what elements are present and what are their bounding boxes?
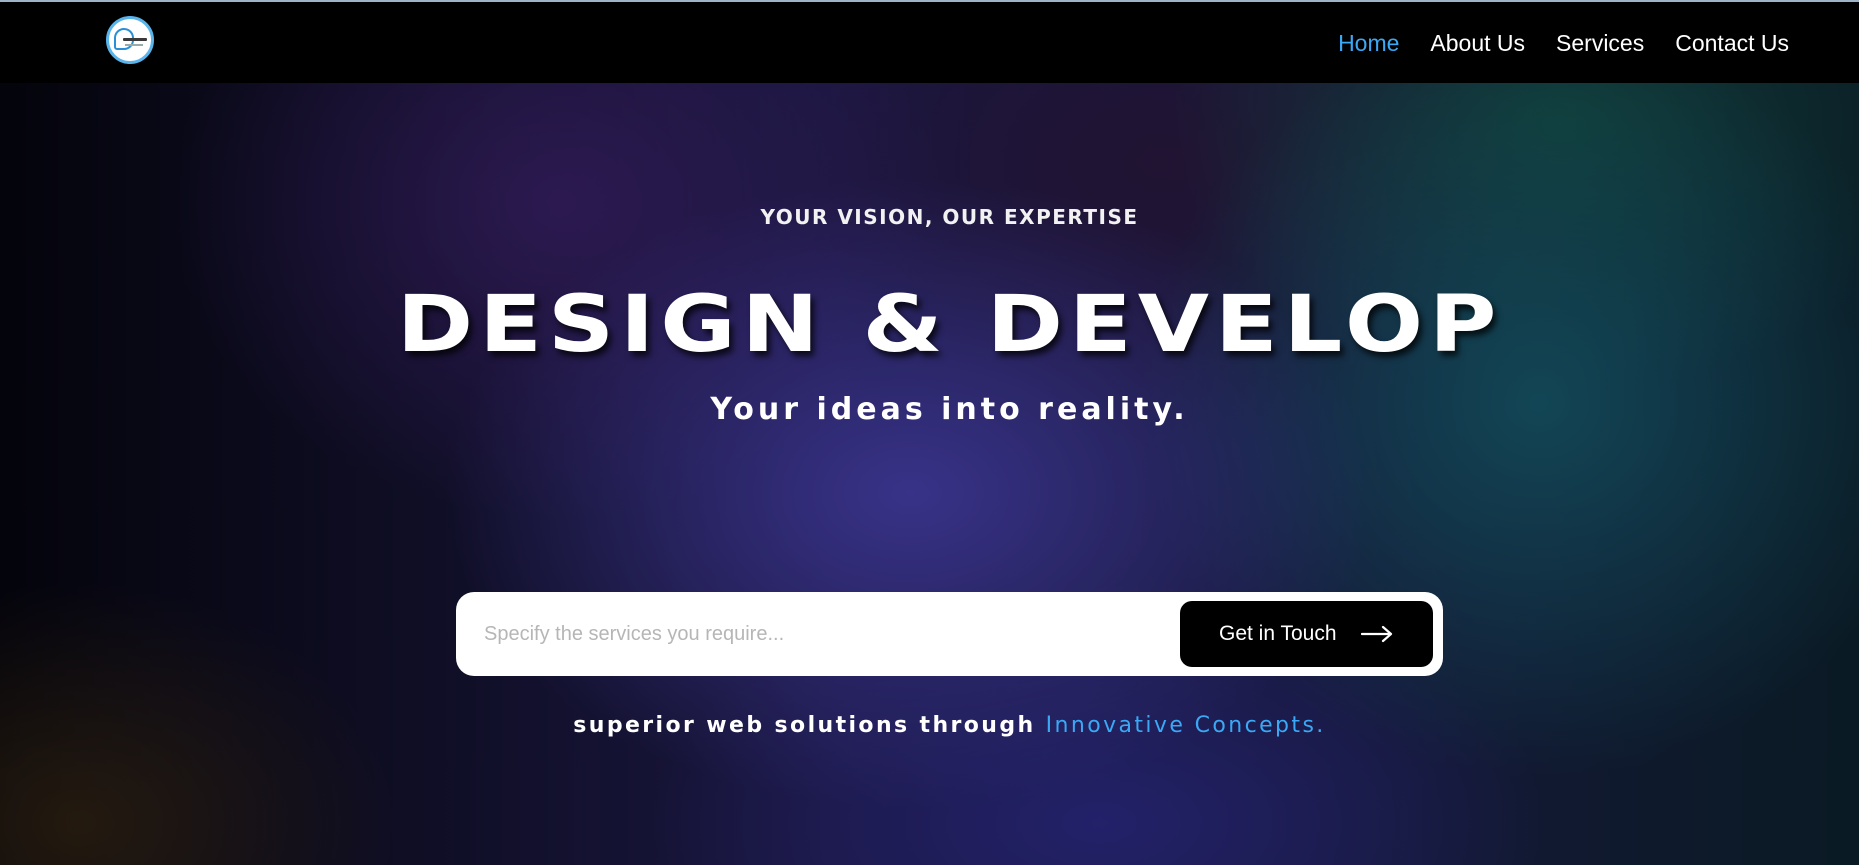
nav-item-contact-us[interactable]: Contact Us xyxy=(1675,28,1789,58)
hero-headline: DESIGN & DEVELOP xyxy=(396,280,1503,370)
logo-wordmark xyxy=(123,38,147,41)
subline-text: superior web solutions through xyxy=(573,713,1036,738)
top-border xyxy=(0,0,1859,2)
service-request-bar: Get in Touch xyxy=(456,592,1443,676)
hero-tagline: Your ideas into reality. xyxy=(710,392,1189,427)
navbar: Home About Us Services Contact Us xyxy=(0,2,1859,83)
main-nav: Home About Us Services Contact Us xyxy=(1307,28,1789,58)
hero-section xyxy=(0,83,1859,865)
nav-item-about-us[interactable]: About Us xyxy=(1430,28,1525,58)
service-request-input[interactable] xyxy=(482,610,1126,658)
subline-highlight: Innovative Concepts. xyxy=(1045,713,1326,738)
hero-subline: superior web solutions through Innovativ… xyxy=(0,713,1859,738)
arrow-right-icon xyxy=(1361,625,1393,643)
get-in-touch-label: Get in Touch xyxy=(1219,622,1337,645)
nav-item-home[interactable]: Home xyxy=(1338,28,1399,58)
hero-eyebrow: YOUR VISION, OUR EXPERTISE xyxy=(760,205,1139,229)
logo-subtext xyxy=(125,44,143,46)
get-in-touch-button[interactable]: Get in Touch xyxy=(1180,601,1433,667)
nav-item-services[interactable]: Services xyxy=(1556,28,1644,58)
page: Home About Us Services Contact Us YOUR V… xyxy=(0,0,1859,865)
company-logo-icon[interactable] xyxy=(106,16,154,64)
